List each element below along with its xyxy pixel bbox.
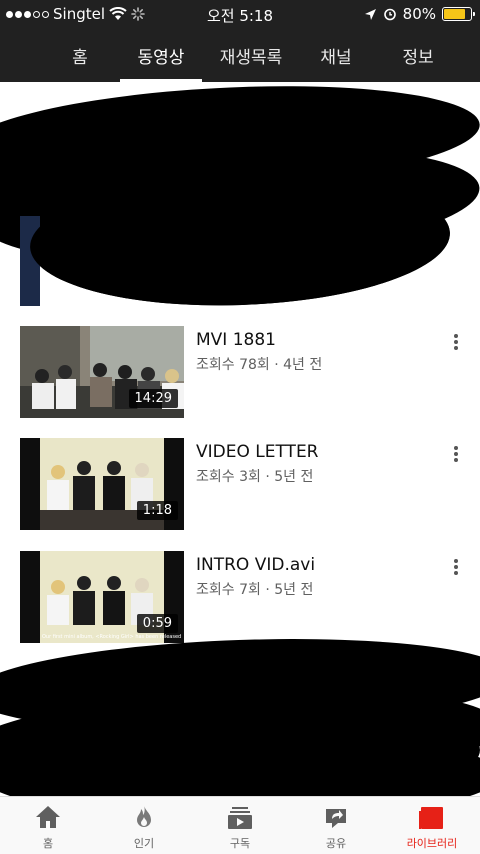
- tab-videos[interactable]: 동영상: [120, 28, 202, 82]
- subtitle-caption: Our first mini album, <Rocking Girl> has…: [42, 634, 182, 640]
- tab-home[interactable]: 홈: [40, 28, 120, 82]
- video-duration: 1:18: [136, 501, 178, 520]
- video-item[interactable]: 1:18 VIDEO LETTER 조회수 3회 · 5년 전: [0, 438, 480, 534]
- channel-tab-bar: 홈 동영상 재생목록 채널 정보: [0, 28, 480, 82]
- nav-trending[interactable]: 인기: [96, 797, 192, 854]
- carrier-label: Singtel: [53, 5, 105, 23]
- nav-library-label: 라이브러리: [406, 837, 458, 850]
- video-thumbnail[interactable]: Our first mini album, <Rocking Girl> has…: [20, 551, 184, 643]
- video-meta: 조회수 3회 · 5년 전: [196, 469, 314, 485]
- nav-trending-label: 인기: [133, 837, 155, 850]
- video-item[interactable]: Our first mini album, <Rocking Girl> has…: [0, 551, 480, 647]
- battery-percent: 80%: [402, 5, 436, 23]
- status-bar: Singtel 오전 5:18 80%: [0, 0, 480, 28]
- signal-dots-icon: [6, 10, 49, 18]
- share-icon: [326, 809, 346, 828]
- nav-subscriptions[interactable]: 구독: [192, 797, 288, 854]
- video-duration: 14:29: [128, 389, 178, 408]
- status-left: Singtel: [6, 5, 145, 23]
- home-icon: [36, 806, 60, 828]
- nav-home[interactable]: 홈: [0, 797, 96, 854]
- more-options-icon[interactable]: [446, 557, 466, 577]
- video-item[interactable]: 14:29 MVI 1881 조회수 78회 · 4년 전: [0, 326, 480, 422]
- video-title[interactable]: VIDEO LETTER: [196, 442, 319, 462]
- nav-subscriptions-label: 구독: [229, 837, 251, 850]
- status-right: 80%: [364, 5, 475, 23]
- video-title[interactable]: MVI 1881: [196, 330, 276, 350]
- video-thumbnail[interactable]: 14:29: [20, 326, 184, 418]
- location-arrow-icon: [364, 8, 376, 20]
- spinner-icon: [131, 7, 145, 21]
- video-thumbnail[interactable]: 1:18: [20, 438, 184, 530]
- more-options-icon[interactable]: [446, 332, 466, 352]
- nav-home-label: 홈: [42, 837, 54, 850]
- tab-playlists[interactable]: 재생목록: [210, 28, 292, 82]
- video-meta: 조회수 7회 · 5년 전: [196, 582, 314, 598]
- more-options-icon[interactable]: [446, 444, 466, 464]
- library-icon: [419, 807, 443, 829]
- video-title[interactable]: INTRO VID.avi: [196, 555, 315, 575]
- bottom-navigation: 홈 인기 구독 공유 라이브러리: [0, 796, 480, 854]
- battery-level: [444, 9, 465, 19]
- tab-channels[interactable]: 채널: [296, 28, 376, 82]
- flame-icon: [137, 805, 151, 827]
- tab-about[interactable]: 정보: [378, 28, 458, 82]
- nav-share[interactable]: 공유: [288, 797, 384, 854]
- battery-icon: [442, 7, 475, 21]
- nav-share-label: 공유: [325, 837, 347, 850]
- video-duration: 0:59: [136, 614, 178, 633]
- nav-library[interactable]: 라이브러리: [384, 797, 480, 854]
- wifi-icon: [109, 7, 127, 20]
- subscriptions-icon: [228, 807, 252, 829]
- video-meta: 조회수 78회 · 4년 전: [196, 357, 323, 373]
- alarm-icon: [383, 8, 396, 21]
